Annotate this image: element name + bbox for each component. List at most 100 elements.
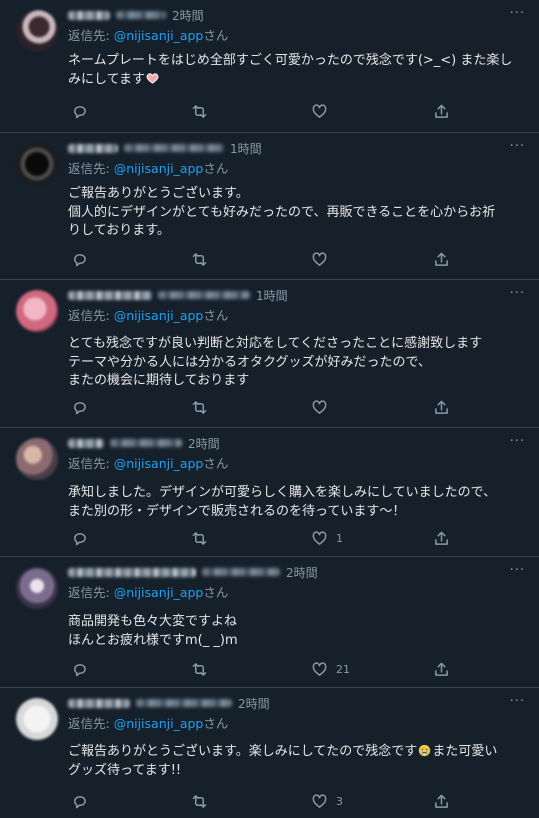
mention-link[interactable]: @nijisanji_app [114, 585, 204, 600]
tweet-line-text: ご報告ありがとうございます。楽しみにしてたので残念です [68, 744, 418, 759]
timestamp[interactable]: 2時間 [188, 435, 220, 452]
reply-button[interactable] [72, 252, 87, 267]
tweet[interactable]: 2時間 ··· 返信先: @nijisanji_appさん 承知しました。デザイ… [0, 428, 539, 557]
more-icon[interactable]: ··· [510, 286, 525, 301]
tweet[interactable]: 1時間 ··· 返信先: @nijisanji_appさん とても残念ですが良い… [0, 280, 539, 428]
tweet-line: とても残念ですが良い判断と対応をしてくださったことに感謝致します [68, 336, 483, 351]
more-icon[interactable]: ··· [510, 139, 525, 154]
retweet-button[interactable] [192, 794, 207, 809]
share-icon [435, 400, 448, 414]
avatar[interactable] [16, 143, 58, 185]
action-bar [68, 102, 468, 120]
mention-link[interactable]: @nijisanji_app [114, 28, 204, 43]
user-handle[interactable] [124, 144, 224, 152]
action-bar: 21 [68, 660, 468, 678]
action-bar: 1 [68, 529, 468, 547]
reply-to-line: 返信先: @nijisanji_appさん [68, 453, 228, 472]
reply-button[interactable] [72, 104, 87, 119]
like-count: 1 [336, 531, 343, 545]
more-icon[interactable]: ··· [510, 694, 525, 709]
timestamp[interactable]: 1時間 [256, 287, 288, 304]
retweet-button[interactable] [192, 104, 207, 119]
like-button[interactable] [312, 251, 336, 267]
retweet-icon [192, 252, 207, 266]
tweet[interactable]: 2時間 ··· 返信先: @nijisanji_appさん ご報告ありがとうござ… [0, 688, 539, 818]
share-icon [435, 252, 448, 266]
avatar[interactable] [16, 698, 58, 740]
heart-icon [312, 103, 327, 118]
reply-suffix: さん [203, 308, 229, 323]
user-handle[interactable] [158, 291, 250, 299]
mention-link[interactable]: @nijisanji_app [114, 308, 204, 323]
like-button[interactable] [312, 103, 336, 119]
tweet-header: 2時間 [68, 563, 318, 581]
display-name[interactable] [68, 10, 110, 20]
avatar[interactable] [16, 10, 58, 52]
user-handle[interactable] [116, 11, 166, 19]
reply-icon [74, 532, 86, 545]
user-handle[interactable] [110, 439, 182, 447]
retweet-button[interactable] [192, 252, 207, 267]
tweet-line: ほんとお疲れ様ですm(_ _)m [68, 632, 238, 648]
mention-link[interactable]: @nijisanji_app [114, 456, 204, 471]
tweet[interactable]: 1時間 ··· 返信先: @nijisanji_appさん ご報告ありがとうござ… [0, 133, 539, 280]
more-icon[interactable]: ··· [510, 563, 525, 578]
tweet-line: 個人的にデザインがとても好みだったので、再販できることを心からお祈 [68, 204, 496, 220]
more-icon[interactable]: ··· [510, 434, 525, 449]
tweet-header: 1時間 [68, 286, 288, 304]
reply-suffix: さん [203, 716, 229, 731]
share-button[interactable] [434, 794, 449, 809]
display-name[interactable] [68, 567, 196, 577]
retweet-button[interactable] [192, 400, 207, 415]
mention-link[interactable]: @nijisanji_app [114, 716, 204, 731]
display-name[interactable] [68, 143, 118, 153]
tweet-line: みにしてます [68, 71, 525, 90]
tweet-line: テーマや分かる人には分かるオタクグッズが好みだったので、 [68, 354, 431, 370]
reply-prefix: 返信先: [68, 161, 114, 176]
retweet-button[interactable] [192, 531, 207, 546]
reply-icon [74, 795, 86, 808]
reply-suffix: さん [203, 585, 229, 600]
like-button[interactable]: 3 [312, 793, 343, 809]
retweet-icon [192, 531, 207, 545]
reply-button[interactable] [72, 400, 87, 415]
display-name[interactable] [68, 438, 104, 448]
heart-icon [312, 251, 327, 266]
display-name[interactable] [68, 698, 130, 708]
share-button[interactable] [434, 104, 449, 119]
reply-to-line: 返信先: @nijisanji_appさん [68, 582, 228, 601]
timestamp[interactable]: 1時間 [230, 140, 262, 157]
heart-icon [312, 530, 327, 545]
share-button[interactable] [434, 252, 449, 267]
reply-icon [74, 105, 86, 118]
timestamp[interactable]: 2時間 [238, 695, 270, 712]
retweet-button[interactable] [192, 662, 207, 677]
reply-prefix: 返信先: [68, 716, 114, 731]
timestamp[interactable]: 2時間 [286, 564, 318, 581]
like-button[interactable]: 21 [312, 661, 350, 677]
avatar[interactable] [16, 290, 58, 332]
share-button[interactable] [434, 662, 449, 677]
tweet-header: 2時間 [68, 694, 270, 712]
tweet[interactable]: 2時間 ··· 返信先: @nijisanji_appさん ネームプレートをはじ… [0, 0, 539, 133]
display-name[interactable] [68, 290, 152, 300]
share-button[interactable] [434, 400, 449, 415]
reply-button[interactable] [72, 662, 87, 677]
reply-button[interactable] [72, 794, 87, 809]
reply-button[interactable] [72, 531, 87, 546]
more-icon[interactable]: ··· [510, 6, 525, 21]
avatar[interactable] [16, 567, 58, 609]
timestamp[interactable]: 2時間 [172, 7, 204, 24]
tweet-text: ご報告ありがとうございます。楽しみにしてたので残念です また可愛い グッズ待ってま… [68, 743, 525, 780]
like-button[interactable] [312, 399, 336, 415]
tweet-line: ネームプレートをはじめ全部すごく可愛かったので残念です(>_<) また楽し [68, 53, 513, 68]
reply-to-line: 返信先: @nijisanji_appさん [68, 305, 228, 324]
mention-link[interactable]: @nijisanji_app [114, 161, 204, 176]
share-button[interactable] [434, 531, 449, 546]
user-handle[interactable] [136, 699, 232, 707]
avatar[interactable] [16, 438, 58, 480]
like-button[interactable]: 1 [312, 530, 343, 546]
tweet[interactable]: 2時間 ··· 返信先: @nijisanji_appさん 商品開発も色々大変で… [0, 557, 539, 688]
tweet-line: ご報告ありがとうございます。 [68, 186, 249, 201]
user-handle[interactable] [202, 568, 280, 576]
